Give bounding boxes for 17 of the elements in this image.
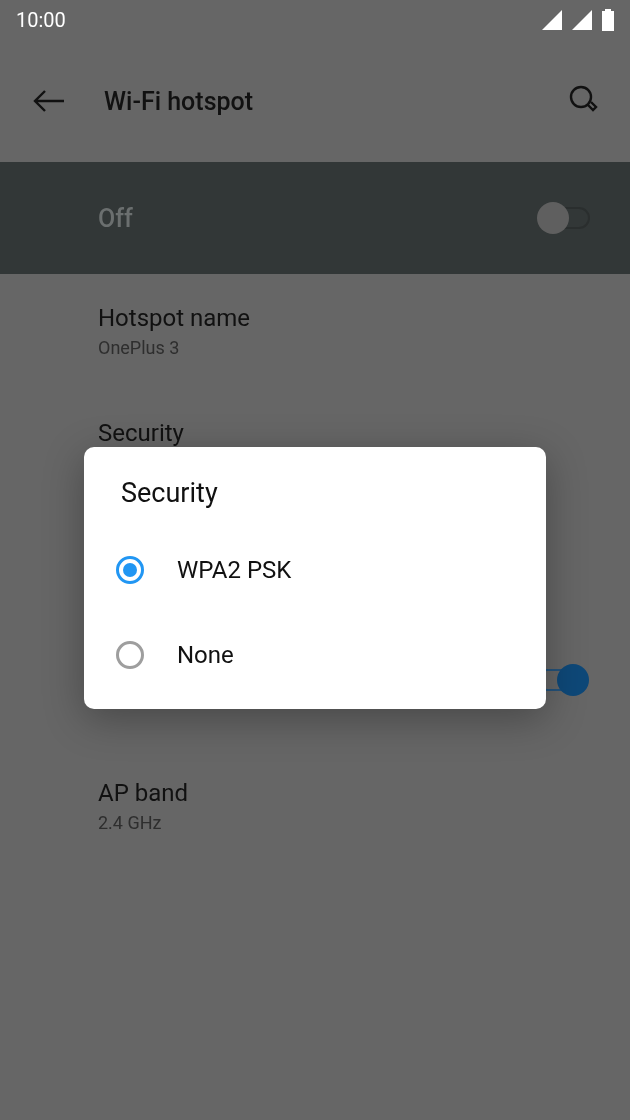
battery-icon xyxy=(602,9,614,31)
signal-icon xyxy=(572,10,592,30)
setting-title[interactable]: Hotspot name xyxy=(98,303,590,333)
setting-summary: OnePlus 3 xyxy=(98,336,181,360)
setting-summary: 2.4 GHz xyxy=(98,811,163,835)
toggle-switch[interactable] xyxy=(536,201,590,235)
option-label[interactable]: WPA2 PSK xyxy=(177,555,292,584)
radio-button[interactable] xyxy=(116,640,144,669)
option-label[interactable]: None xyxy=(177,640,234,669)
signal-icon xyxy=(542,10,562,30)
dialog-title: Security xyxy=(120,477,219,509)
screen-title: Wi-Fi hotspot xyxy=(104,86,255,116)
setting-title[interactable]: AP band xyxy=(98,778,590,808)
status-time: 10:00 xyxy=(16,8,66,32)
radio-button[interactable] xyxy=(116,555,144,584)
setting-title[interactable]: Security xyxy=(98,418,590,448)
master-switch-label: Off xyxy=(98,203,133,233)
